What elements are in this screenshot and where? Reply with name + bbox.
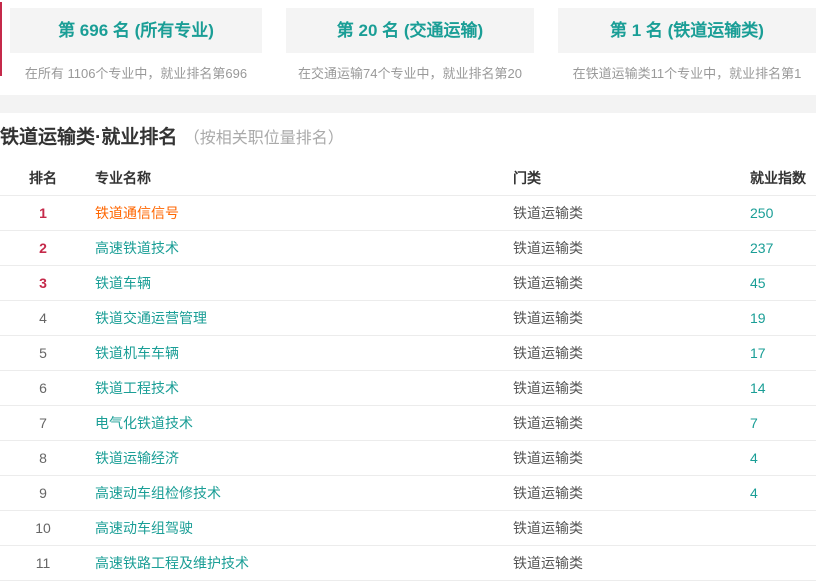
category-cell: 铁道运输类 — [513, 553, 743, 573]
employment-index-cell: 19 — [743, 310, 816, 326]
summary-cards: 第 696 名 (所有专业) 在所有 1106个专业中，就业排名第696 第 2… — [0, 0, 816, 82]
table-row: 10 高速动车组驾驶 铁道运输类 — [0, 511, 816, 546]
summary-card-title: 第 1 名 (铁道运输类) — [558, 8, 816, 53]
employment-index-cell: 4 — [743, 450, 816, 466]
summary-card-railway: 第 1 名 (铁道运输类) 在铁道运输类11个专业中，就业排名第1 — [558, 8, 816, 82]
category-cell: 铁道运输类 — [513, 308, 743, 328]
category-cell: 铁道运输类 — [513, 483, 743, 503]
major-link[interactable]: 铁道机车车辆 — [95, 345, 179, 361]
rank-cell: 11 — [0, 555, 86, 571]
employment-rank-table: 排名 专业名称 门类 就业指数 1铁道通信信号铁道运输类2502高速铁道技术铁道… — [0, 161, 816, 581]
table-row: 4 铁道交通运营管理 铁道运输类19 — [0, 301, 816, 336]
section-title-row: 铁道运输类·就业排名 （按相关职位量排名） — [0, 125, 816, 152]
rank-cell: 8 — [0, 450, 86, 466]
category-cell: 铁道运输类 — [513, 518, 743, 538]
summary-card-subtitle: 在交通运输74个专业中，就业排名第20 — [286, 65, 534, 82]
employment-index-cell: 45 — [743, 275, 816, 291]
rank-cell: 6 — [0, 380, 86, 396]
header-category: 门类 — [513, 168, 743, 188]
employment-index-cell: 7 — [743, 415, 816, 431]
table-row: 7电气化铁道技术铁道运输类7 — [0, 406, 816, 441]
major-link[interactable]: 铁道车辆 — [95, 275, 151, 291]
table-row: 2 高速铁道技术 铁道运输类237 — [0, 231, 816, 266]
employment-index-cell: 17 — [743, 345, 816, 361]
table-row: 3 铁道车辆 铁道运输类45 — [0, 266, 816, 301]
category-cell: 铁道运输类 — [513, 273, 743, 293]
employment-index-cell: 237 — [743, 240, 816, 256]
table-row: 9 高速动车组检修技术 铁道运输类4 — [0, 476, 816, 511]
major-link[interactable]: 高速铁路工程及维护技术 — [95, 555, 249, 571]
summary-card-title: 第 696 名 (所有专业) — [10, 8, 262, 53]
major-link[interactable]: 铁道运输经济 — [95, 450, 179, 466]
summary-card-all-majors: 第 696 名 (所有专业) 在所有 1106个专业中，就业排名第696 — [10, 8, 262, 82]
section-divider-strip — [0, 95, 816, 113]
employment-index-cell: 14 — [743, 380, 816, 396]
table-row: 8 铁道运输经济 铁道运输类4 — [0, 441, 816, 476]
employment-index-cell: 250 — [743, 205, 816, 221]
page-title-note: （按相关职位量排名） — [184, 130, 344, 147]
rank-cell: 9 — [0, 485, 86, 501]
table-row: 6 铁道工程技术 铁道运输类14 — [0, 371, 816, 406]
major-link[interactable]: 铁道交通运营管理 — [95, 310, 207, 326]
category-cell: 铁道运输类 — [513, 378, 743, 398]
category-cell: 铁道运输类 — [513, 203, 743, 223]
header-employment-index: 就业指数 — [743, 168, 816, 188]
rank-cell: 10 — [0, 520, 86, 536]
summary-card-subtitle: 在所有 1106个专业中，就业排名第696 — [10, 65, 262, 82]
major-link[interactable]: 铁道工程技术 — [95, 380, 179, 396]
table-row: 1 铁道通信信号 铁道运输类250 — [0, 196, 816, 231]
employment-index-cell: 4 — [743, 485, 816, 501]
summary-card-subtitle: 在铁道运输类11个专业中，就业排名第1 — [558, 65, 816, 82]
summary-card-transport: 第 20 名 (交通运输) 在交通运输74个专业中，就业排名第20 — [286, 8, 534, 82]
table-body: 1铁道通信信号铁道运输类2502高速铁道技术铁道运输类2373铁道车辆铁道运输类… — [0, 196, 816, 581]
left-edge-red-mark — [0, 2, 2, 76]
table-row: 11 高速铁路工程及维护技术 铁道运输类 — [0, 546, 816, 581]
major-link[interactable]: 高速动车组驾驶 — [95, 520, 193, 536]
major-link[interactable]: 电气化铁道技术 — [95, 415, 193, 431]
major-link[interactable]: 铁道通信信号 — [95, 205, 179, 221]
table-header-row: 排名 专业名称 门类 就业指数 — [0, 161, 816, 196]
table-row: 5 铁道机车车辆 铁道运输类17 — [0, 336, 816, 371]
rank-cell: 2 — [0, 240, 86, 256]
header-major: 专业名称 — [86, 168, 513, 188]
rank-cell: 3 — [0, 275, 86, 291]
category-cell: 铁道运输类 — [513, 448, 743, 468]
page-title: 铁道运输类·就业排名 — [0, 127, 177, 148]
category-cell: 铁道运输类 — [513, 238, 743, 258]
category-cell: 铁道运输类 — [513, 413, 743, 433]
category-cell: 铁道运输类 — [513, 343, 743, 363]
rank-cell: 5 — [0, 345, 86, 361]
header-rank: 排名 — [0, 168, 86, 188]
rank-cell: 4 — [0, 310, 86, 326]
major-link[interactable]: 高速铁道技术 — [95, 240, 179, 256]
rank-cell: 1 — [0, 205, 86, 221]
rank-cell: 7 — [0, 415, 86, 431]
major-link[interactable]: 高速动车组检修技术 — [95, 485, 221, 501]
summary-card-title: 第 20 名 (交通运输) — [286, 8, 534, 53]
